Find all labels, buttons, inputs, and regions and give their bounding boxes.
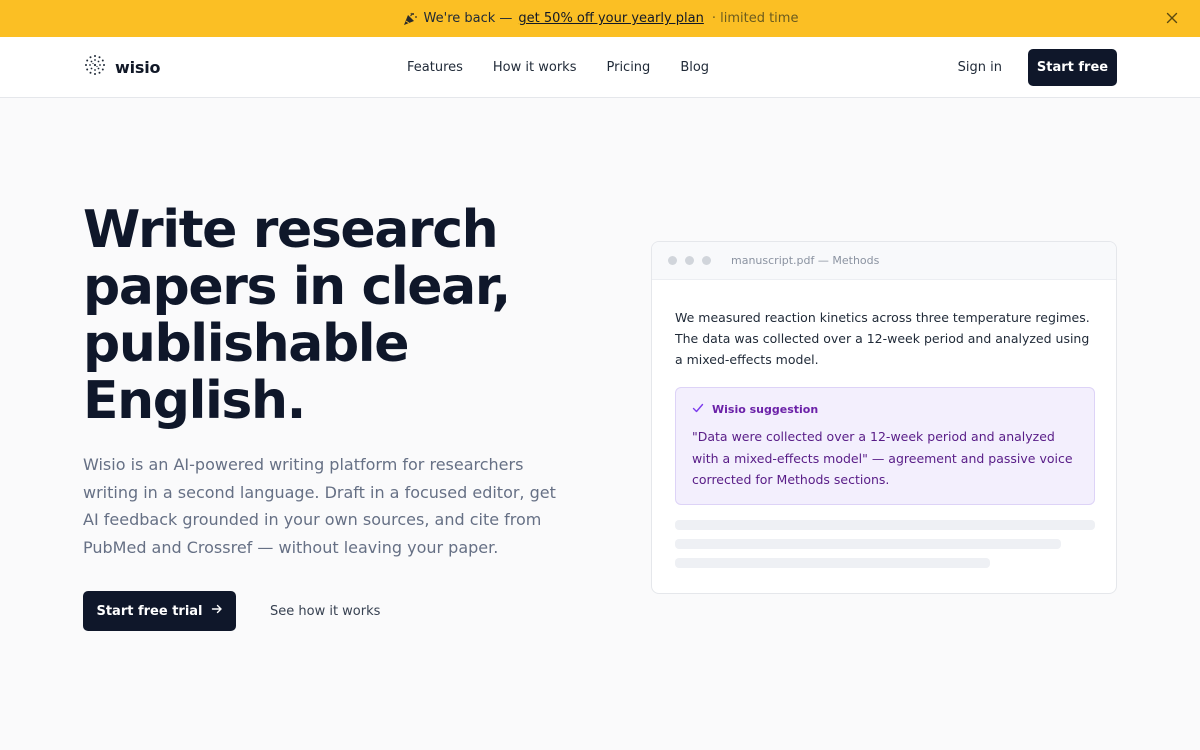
editor-body: We measured reaction kinetics across thr… [652,280,1116,568]
hero-title: Write research papers in clear, publisha… [83,200,511,431]
window-dot-icon [702,256,711,265]
announcement-bar: We're back — get 50% off your yearly pla… [0,0,1200,37]
announcement-note: · limited time [711,11,799,26]
editor-file-title: manuscript.pdf — Methods [731,254,880,267]
header-actions: Sign in Start free [958,37,1117,98]
start-free-trial-button[interactable]: Start free trial [83,591,236,631]
skeleton-line [675,520,1095,530]
nav-features[interactable]: Features [407,60,463,75]
wisio-logo-icon [83,53,107,81]
nav-how-it-works[interactable]: How it works [493,60,577,75]
main-nav: Features How it works Pricing Blog [407,37,709,98]
editor-preview-card: manuscript.pdf — Methods We measured rea… [651,241,1117,594]
hero-subtitle: Wisio is an AI-powered writing platform … [83,455,556,557]
start-free-trial-label: Start free trial [96,603,203,619]
arrow-right-icon [211,603,223,619]
announcement-lead: We're back — [423,11,513,26]
site-header: wisio Features How it works Pricing Blog… [0,37,1200,98]
window-dot-icon [668,256,677,265]
nav-pricing[interactable]: Pricing [606,60,650,75]
skeleton-line [675,539,1061,549]
logo[interactable]: wisio [83,53,160,81]
see-how-it-works-link[interactable]: See how it works [270,604,380,619]
suggestion-label: Wisio suggestion [712,403,819,416]
window-dot-icon [685,256,694,265]
party-popper-icon [402,11,418,27]
hero-cta-row: Start free trial See how it works [83,591,380,631]
editor-titlebar: manuscript.pdf — Methods [652,242,1116,280]
start-free-button[interactable]: Start free [1028,49,1117,86]
suggestion-header: Wisio suggestion [692,402,1078,417]
suggestion-text: "Data were collected over a 12-week peri… [692,429,1073,487]
nav-blog[interactable]: Blog [680,60,709,75]
announcement-offer-link[interactable]: get 50% off your yearly plan [518,11,703,26]
logo-text: wisio [115,57,161,77]
check-icon [692,402,704,417]
close-icon[interactable] [1164,10,1180,26]
manuscript-text: We measured reaction kinetics across thr… [675,310,1090,367]
suggestion-box: Wisio suggestion "Data were collected ov… [675,387,1095,505]
skeleton-line [675,558,990,568]
sign-in-link[interactable]: Sign in [958,60,1002,75]
